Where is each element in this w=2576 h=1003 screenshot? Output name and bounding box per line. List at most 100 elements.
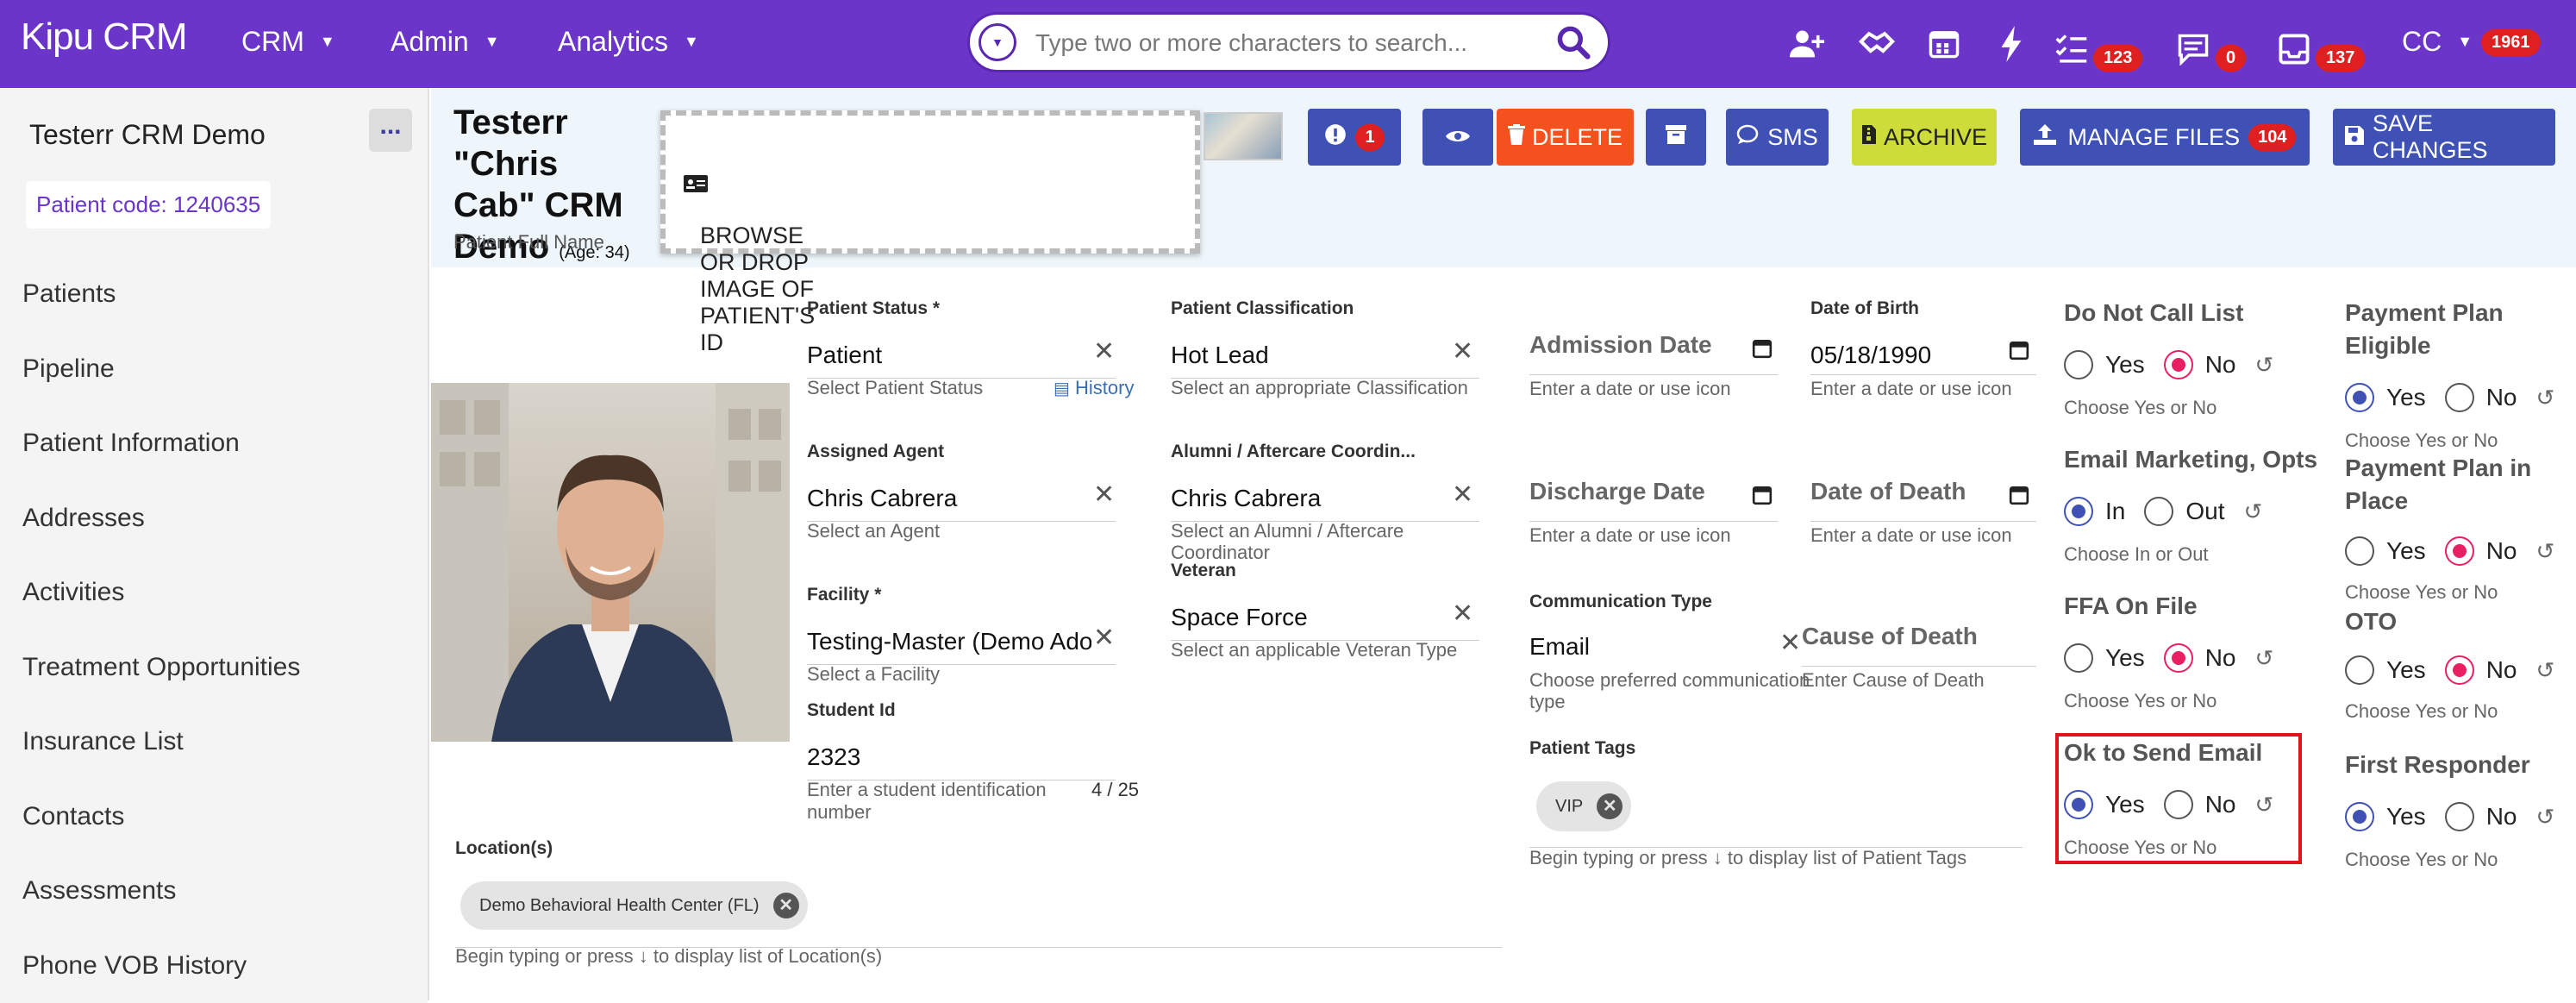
nav-crm[interactable]: CRM▼ bbox=[241, 26, 335, 58]
oto-options: Yes No ↺ bbox=[2345, 655, 2554, 685]
manage-files-button[interactable]: MANAGE FILES 104 bbox=[2020, 109, 2310, 166]
first-responder-no-radio[interactable] bbox=[2445, 802, 2474, 831]
undo-icon[interactable]: ↺ bbox=[2535, 538, 2554, 565]
undo-icon[interactable]: ↺ bbox=[2254, 352, 2273, 379]
clear-icon[interactable]: ✕ bbox=[1093, 623, 1115, 653]
sidebar-item-contacts[interactable]: Contacts bbox=[0, 780, 428, 855]
clear-icon[interactable]: ✕ bbox=[1452, 480, 1473, 510]
patient-code-badge: Patient code: 1240635 bbox=[26, 181, 271, 229]
search-input[interactable] bbox=[1035, 23, 1544, 63]
do-not-call-group: Do Not Call List bbox=[2064, 297, 2243, 329]
search-icon[interactable] bbox=[1554, 23, 1592, 66]
student-id-input[interactable]: 2323 bbox=[807, 743, 860, 771]
delete-button[interactable]: DELETE bbox=[1497, 109, 1634, 166]
remove-location-icon[interactable]: ✕ bbox=[773, 893, 799, 918]
dob-input[interactable]: 05/18/1990 bbox=[1810, 342, 1931, 369]
sms-label: SMS bbox=[1767, 124, 1818, 151]
calendar-icon[interactable] bbox=[1928, 26, 1960, 60]
calendar-icon[interactable] bbox=[2009, 485, 2029, 510]
clear-icon[interactable]: ✕ bbox=[1093, 480, 1115, 510]
assigned-agent-value[interactable]: Chris Cabrera bbox=[807, 485, 957, 512]
ffa-no-radio[interactable] bbox=[2164, 643, 2193, 673]
dnc-no-radio[interactable] bbox=[2164, 350, 2193, 379]
alumni-value[interactable]: Chris Cabrera bbox=[1171, 485, 1321, 512]
save-changes-label: SAVE CHANGES bbox=[2373, 110, 2543, 164]
undo-icon[interactable]: ↺ bbox=[2254, 645, 2273, 672]
alerts-count-badge: 1 bbox=[1355, 124, 1384, 151]
inbox-icon[interactable]: 137 bbox=[2278, 26, 2365, 72]
clear-icon[interactable]: ✕ bbox=[1779, 628, 1801, 658]
checklist-icon[interactable]: 123 bbox=[2055, 26, 2142, 72]
sidebar-item-pipeline[interactable]: Pipeline bbox=[0, 332, 428, 407]
undo-icon[interactable]: ↺ bbox=[2535, 657, 2554, 684]
clear-icon[interactable]: ✕ bbox=[1452, 336, 1473, 367]
first-responder-yes-radio[interactable] bbox=[2345, 802, 2374, 831]
patient-photo[interactable] bbox=[431, 383, 790, 742]
sidebar-item-insurance-list[interactable]: Insurance List bbox=[0, 705, 428, 780]
pp-place-yes-radio[interactable] bbox=[2345, 536, 2374, 566]
patient-status-value[interactable]: Patient bbox=[807, 342, 882, 369]
pp-place-no-radio[interactable] bbox=[2445, 536, 2474, 566]
cause-of-death-input[interactable]: Cause of Death bbox=[1802, 623, 1978, 650]
sidebar-item-patient-information[interactable]: Patient Information bbox=[0, 406, 428, 481]
oto-hint: Choose Yes or No bbox=[2345, 700, 2498, 723]
messages-icon[interactable]: 0 bbox=[2176, 26, 2246, 72]
email-marketing-in-radio[interactable] bbox=[2064, 497, 2093, 526]
handshake-icon[interactable] bbox=[1858, 26, 1896, 60]
sidebar-item-activities[interactable]: Activities bbox=[0, 555, 428, 630]
sidebar-item-patients[interactable]: Patients bbox=[0, 257, 428, 332]
patient-tags-hint: Begin typing or press ↓ to display list … bbox=[1529, 847, 1966, 869]
more-options-button[interactable]: ... bbox=[369, 109, 412, 152]
veteran-value[interactable]: Space Force bbox=[1171, 604, 1308, 631]
chevron-down-icon: ▼ bbox=[320, 33, 335, 51]
app-logo[interactable]: Kipu CRM bbox=[21, 16, 187, 59]
history-link[interactable]: ▤ History bbox=[1054, 377, 1134, 399]
undo-icon[interactable]: ↺ bbox=[2535, 385, 2554, 411]
save-changes-button[interactable]: SAVE CHANGES bbox=[2333, 109, 2555, 166]
pp-eligible-no-radio[interactable] bbox=[2445, 383, 2474, 412]
sidebar-item-phone-vob-history[interactable]: Phone VOB History bbox=[0, 929, 428, 1003]
clear-icon[interactable]: ✕ bbox=[1093, 336, 1115, 367]
user-menu[interactable]: CC ▼ 1961 bbox=[2402, 26, 2541, 58]
classification-value[interactable]: Hot Lead bbox=[1171, 342, 1269, 369]
ffa-yes-radio[interactable] bbox=[2064, 643, 2093, 673]
sms-button[interactable]: SMS bbox=[1726, 109, 1829, 166]
archive-box-button[interactable] bbox=[1646, 109, 1706, 166]
facility-value[interactable]: Testing-Master (Demo Adol bbox=[807, 628, 1091, 655]
view-button[interactable] bbox=[1422, 109, 1493, 166]
email-marketing-group: Email Marketing, Opts bbox=[2064, 443, 2317, 476]
id-image-thumbnail[interactable] bbox=[1204, 112, 1283, 160]
clear-icon[interactable]: ✕ bbox=[1452, 599, 1473, 629]
pp-eligible-yes-radio[interactable] bbox=[2345, 383, 2374, 412]
undo-icon[interactable]: ↺ bbox=[2244, 498, 2263, 525]
dod-input[interactable]: Date of Death bbox=[1810, 478, 1966, 505]
discharge-date-input[interactable]: Discharge Date bbox=[1529, 478, 1705, 505]
chevron-down-icon: ▼ bbox=[485, 33, 500, 51]
calendar-icon[interactable] bbox=[1752, 485, 1773, 510]
facility-hint: Select a Facility bbox=[807, 663, 940, 686]
calendar-icon[interactable] bbox=[2009, 340, 2029, 365]
email-marketing-out-radio[interactable] bbox=[2144, 497, 2173, 526]
location-chip: Demo Behavioral Health Center (FL) ✕ bbox=[460, 881, 808, 930]
oto-no-radio[interactable] bbox=[2445, 655, 2474, 685]
nav-analytics[interactable]: Analytics▼ bbox=[558, 26, 699, 58]
alerts-button[interactable]: 1 bbox=[1308, 109, 1401, 166]
patient-header: Testerr "Chris Cab" CRM Demo (Age: 34) P… bbox=[431, 88, 2576, 267]
comm-type-value[interactable]: Email bbox=[1529, 633, 1590, 661]
add-user-icon[interactable] bbox=[1788, 26, 1826, 60]
remove-tag-icon[interactable]: ✕ bbox=[1597, 793, 1623, 819]
archive-button[interactable]: ARCHIVE bbox=[1852, 109, 1997, 166]
oto-yes-radio[interactable] bbox=[2345, 655, 2374, 685]
sidebar-item-addresses[interactable]: Addresses bbox=[0, 481, 428, 556]
search-scope-dropdown[interactable]: ▼ bbox=[979, 23, 1016, 61]
sidebar-item-assessments[interactable]: Assessments bbox=[0, 854, 428, 929]
bolt-icon[interactable] bbox=[1998, 26, 2024, 62]
sidebar-item-treatment-opportunities[interactable]: Treatment Opportunities bbox=[0, 630, 428, 705]
dnc-yes-radio[interactable] bbox=[2064, 350, 2093, 379]
undo-icon[interactable]: ↺ bbox=[2535, 804, 2554, 831]
nav-admin[interactable]: Admin▼ bbox=[391, 26, 500, 58]
admission-date-input[interactable]: Admission Date bbox=[1529, 331, 1712, 359]
id-image-dropzone[interactable]: BROWSE OR DROP IMAGE OF PATIENT'S ID bbox=[660, 110, 1200, 254]
calendar-icon[interactable] bbox=[1752, 338, 1773, 363]
pp-place-options: Yes No ↺ bbox=[2345, 536, 2554, 566]
